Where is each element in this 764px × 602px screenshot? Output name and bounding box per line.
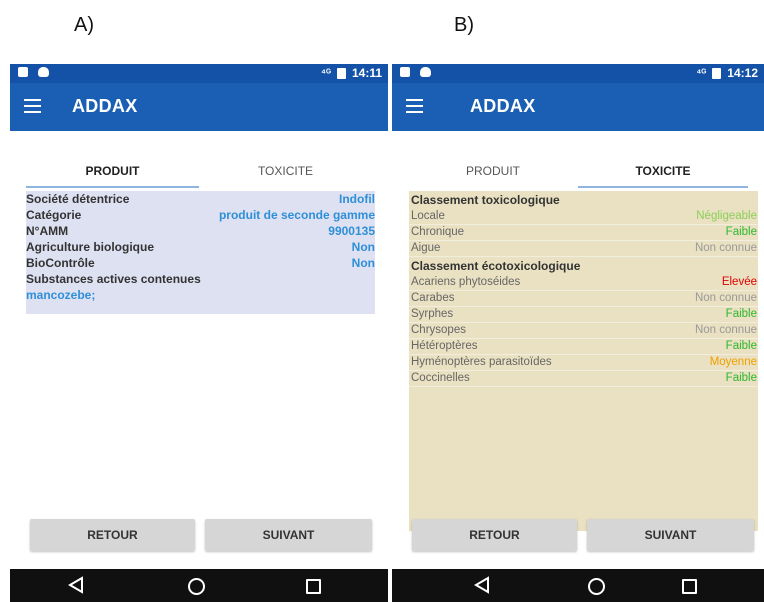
info-row: Agriculture biologique Non — [26, 239, 375, 255]
tox-row-value: Faible — [725, 308, 757, 320]
tox-row-value: Faible — [725, 372, 757, 384]
tox-row: Syrphes Faible — [409, 307, 758, 323]
info-value: Indofil — [339, 192, 375, 206]
tox-row-value: Faible — [725, 226, 757, 238]
info-row: Substances actives contenues — [26, 271, 375, 287]
recent-square-icon[interactable] — [306, 579, 321, 594]
info-label: Société détentrice — [26, 192, 130, 206]
tox-row-value: Moyenne — [709, 356, 757, 368]
info-value: Non — [351, 256, 375, 270]
nav-bar — [392, 569, 764, 602]
info-label: BioContrôle — [26, 256, 95, 270]
info-label: Catégorie — [26, 208, 82, 222]
info-value: 9900135 — [328, 224, 375, 238]
phone-screen-a: ⁴ᴳ 14:11 ADDAX PRODUIT TOXICITE Société … — [10, 64, 388, 602]
tab-toxicite[interactable]: TOXICITE — [578, 152, 748, 188]
tab-produit[interactable]: PRODUIT — [26, 152, 199, 188]
tox-row: Coccinelles Faible — [409, 371, 758, 387]
tox-section-title: Classement toxicologique — [411, 193, 560, 207]
substances-value[interactable]: mancozebe; — [26, 287, 95, 303]
app-bar: ADDAX — [10, 83, 388, 131]
tox-row-label: Hyménoptères parasitoïdes — [411, 356, 552, 368]
tox-row: Hétéroptères Faible — [409, 339, 758, 355]
battery-icon — [712, 67, 722, 79]
tab-produit[interactable]: PRODUIT — [408, 152, 578, 188]
product-info-panel: Société détentrice Indofil Catégorie pro… — [26, 191, 375, 314]
battery-icon — [336, 67, 346, 79]
tox-row-label: Syrphes — [411, 308, 454, 320]
tox-row: Carabes Non connue — [409, 291, 758, 307]
notification-icon — [18, 67, 28, 77]
android-icon — [38, 67, 49, 77]
home-circle-icon[interactable] — [588, 578, 605, 595]
tox-row: Chronique Faible — [409, 225, 758, 241]
info-row: N°AMM 9900135 — [26, 223, 375, 239]
tox-row-label: Chrysopes — [411, 324, 466, 336]
tox-row-label: Acariens phytoséides — [411, 276, 521, 288]
tox-row-label: Carabes — [411, 292, 455, 304]
signal-icon: ⁴ᴳ — [321, 67, 331, 79]
info-row: BioContrôle Non — [26, 255, 375, 271]
tox-row-label: Locale — [411, 210, 445, 222]
tab-toxicite[interactable]: TOXICITE — [199, 152, 372, 188]
tox-row-value: Non connue — [694, 292, 757, 304]
hamburger-icon[interactable] — [24, 99, 41, 113]
status-time: 14:12 — [727, 66, 758, 80]
substances-label: Substances actives contenues — [26, 272, 201, 286]
hamburger-icon[interactable] — [406, 99, 423, 113]
info-label: Agriculture biologique — [26, 240, 154, 254]
next-button[interactable]: SUIVANT — [587, 519, 754, 551]
tab-bar: PRODUIT TOXICITE — [408, 152, 748, 188]
app-title: ADDAX — [72, 96, 138, 116]
tox-row-value: Faible — [725, 340, 757, 352]
tox-row-label: Aigue — [411, 242, 441, 254]
info-row: Société détentrice Indofil — [26, 191, 375, 207]
app-bar: ADDAX — [392, 83, 764, 131]
tox-row: Locale Négligeable — [409, 209, 758, 225]
tox-row-label: Coccinelles — [411, 372, 470, 384]
eco-list: Acariens phytoséides Elevée Carabes Non con… — [409, 275, 758, 387]
tox-row: Chrysopes Non connue — [409, 323, 758, 339]
recent-square-icon[interactable] — [682, 579, 697, 594]
panel-label-a: A) — [74, 14, 94, 36]
tox-row-label: Hétéroptères — [411, 340, 478, 352]
info-value: produit de seconde gamme — [218, 208, 375, 222]
toxicity-panel: Classement toxicologique Locale Négligeab… — [409, 191, 758, 531]
app-title: ADDAX — [470, 96, 536, 116]
back-triangle-icon[interactable] — [474, 576, 490, 594]
notification-icon — [400, 67, 410, 77]
tox-row: Aigue Non connue — [409, 241, 758, 257]
info-value: Non — [351, 240, 375, 254]
back-button[interactable]: RETOUR — [30, 519, 195, 551]
tox-row-value: Elevée — [721, 276, 757, 288]
back-button[interactable]: RETOUR — [412, 519, 577, 551]
tox-row-value: Non connue — [694, 324, 757, 336]
tox-list: Locale Négligeable Chronique Faible Aigue Non… — [409, 209, 758, 257]
home-circle-icon[interactable] — [188, 578, 205, 595]
tox-row: Acariens phytoséides Elevée — [409, 275, 758, 291]
signal-icon: ⁴ᴳ — [696, 67, 707, 79]
android-icon — [420, 67, 431, 77]
next-button[interactable]: SUIVANT — [205, 519, 372, 551]
tox-row: Hyménoptères parasitoïdes Moyenne — [409, 355, 758, 371]
eco-section-title: Classement écotoxicologique — [411, 259, 581, 273]
tab-bar: PRODUIT TOXICITE — [26, 152, 372, 188]
tox-row-label: Chronique — [411, 226, 465, 238]
info-label: N°AMM — [26, 224, 69, 238]
back-triangle-icon[interactable] — [68, 576, 84, 594]
panel-label-b: B) — [454, 14, 474, 36]
tox-row-value: Négligeable — [696, 210, 757, 222]
button-bar: RETOUR SUIVANT — [10, 519, 388, 551]
info-row: Catégorie produit de seconde gamme — [26, 207, 375, 223]
nav-bar — [10, 569, 388, 602]
status-bar: ⁴ᴳ 14:11 — [10, 64, 388, 83]
status-bar: ⁴ᴳ 14:12 — [392, 64, 764, 83]
tox-row-value: Non connue — [694, 242, 757, 254]
status-time: 14:11 — [351, 66, 382, 80]
phone-screen-b: ⁴ᴳ 14:12 ADDAX PRODUIT TOXICITE Classeme… — [392, 64, 764, 602]
info-row: mancozebe; — [26, 287, 375, 303]
button-bar: RETOUR SUIVANT — [392, 519, 764, 551]
